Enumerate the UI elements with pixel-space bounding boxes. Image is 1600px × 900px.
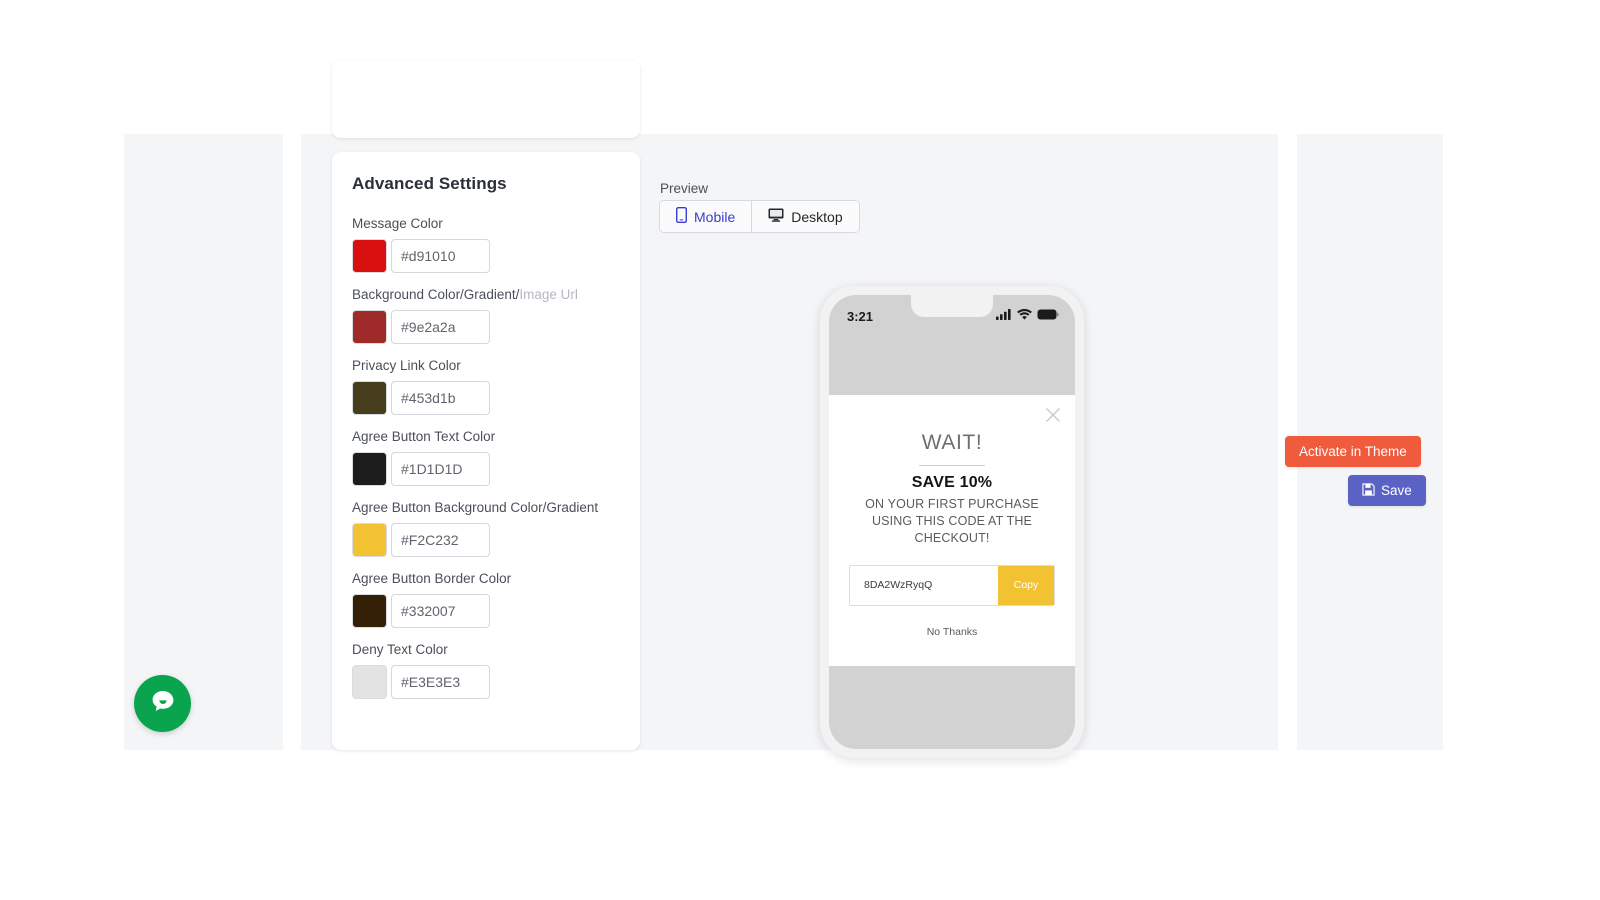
wifi-icon [1017, 307, 1032, 325]
hex-color-input[interactable] [391, 239, 490, 273]
color-field-row [352, 665, 620, 699]
advanced-settings-card: Advanced Settings Message Color Backgroun… [332, 152, 640, 750]
color-swatch[interactable] [352, 665, 387, 699]
color-field-label: Agree Button Border Color [352, 571, 512, 586]
save-button-label: Save [1381, 483, 1412, 498]
left-rail-panel [124, 134, 283, 750]
save-button[interactable]: Save [1348, 475, 1426, 506]
preview-device-toggle-group[interactable]: Mobile Desktop [659, 200, 860, 233]
preview-label: Preview [660, 181, 709, 196]
tab-mobile-label: Mobile [694, 208, 736, 225]
color-swatch[interactable] [352, 452, 387, 486]
mobile-phone-icon [675, 206, 688, 226]
color-field: Agree Button Background Color/Gradient [352, 500, 620, 557]
color-swatch[interactable] [352, 310, 387, 344]
color-field-label: Deny Text Color [352, 642, 448, 657]
chat-bubble-icon [149, 687, 177, 720]
tab-mobile[interactable]: Mobile [660, 201, 752, 232]
hex-color-input[interactable] [391, 452, 490, 486]
discount-popup-modal: WAIT! SAVE 10% ON YOUR FIRST PURCHASE US… [829, 395, 1075, 666]
status-time: 3:21 [847, 308, 874, 324]
modal-discount-line: SAVE 10% [911, 474, 993, 491]
activate-in-theme-button[interactable]: Activate in Theme [1285, 436, 1421, 467]
color-field-row [352, 310, 620, 344]
previous-settings-card [332, 60, 640, 138]
color-field-label: Agree Button Text Color [352, 429, 496, 444]
discount-code-row[interactable]: 8DA2WzRyqQ Copy [849, 564, 1055, 606]
color-field-row [352, 594, 620, 628]
color-swatch[interactable] [352, 594, 387, 628]
app-root: Advanced Settings Message Color Backgroun… [0, 0, 1600, 900]
modal-subtext: ON YOUR FIRST PURCHASE USING THIS CODE A… [865, 497, 1039, 545]
hex-color-input[interactable] [391, 310, 490, 344]
cellular-signal-icon [996, 307, 1012, 325]
color-field: Agree Button Text Color [352, 429, 620, 486]
color-field: Privacy Link Color [352, 358, 620, 415]
color-field-row [352, 523, 620, 557]
tab-desktop-label: Desktop [791, 208, 843, 225]
floppy-disk-save-icon [1362, 482, 1375, 499]
color-field-row [352, 452, 620, 486]
color-field-label-muted: Image Url [519, 287, 578, 302]
color-field-label: Agree Button Background Color/Gradient [352, 500, 599, 515]
color-field-label: Privacy Link Color [352, 358, 461, 373]
page-title: Advanced Settings [352, 174, 507, 193]
hex-color-input[interactable] [391, 523, 490, 557]
settings-fields-list: Message Color Background Color/Gradient/I… [352, 216, 620, 699]
close-x-icon[interactable] [1045, 407, 1061, 423]
color-swatch[interactable] [352, 523, 387, 557]
color-swatch[interactable] [352, 239, 387, 273]
tab-desktop[interactable]: Desktop [751, 201, 859, 232]
deny-link[interactable]: No Thanks [849, 626, 1055, 638]
hex-color-input[interactable] [391, 381, 490, 415]
color-field: Agree Button Border Color [352, 571, 620, 628]
color-field: Background Color/Gradient/Image Url [352, 287, 620, 344]
color-field: Deny Text Color [352, 642, 620, 699]
battery-icon [1037, 307, 1059, 325]
phone-screen: 3:21 WAIT! SAVE 10% ON YOUR FIRST PURCHA… [829, 295, 1075, 749]
modal-divider [919, 465, 985, 466]
color-field: Message Color [352, 216, 620, 273]
hex-color-input[interactable] [391, 594, 490, 628]
color-field-label: Background Color/Gradient/Image Url [352, 287, 578, 302]
color-swatch[interactable] [352, 381, 387, 415]
hex-color-input[interactable] [391, 665, 490, 699]
discount-code-value[interactable]: 8DA2WzRyqQ [850, 565, 998, 605]
color-field-row [352, 381, 620, 415]
status-icon-group [996, 307, 1059, 325]
chat-widget-button[interactable] [134, 675, 191, 732]
modal-heading: WAIT! [921, 431, 983, 454]
copy-code-button[interactable]: Copy [998, 565, 1054, 605]
desktop-monitor-icon [768, 208, 784, 225]
mobile-preview-frame: 3:21 WAIT! SAVE 10% ON YOUR FIRST PURCHA… [820, 286, 1084, 758]
color-field-row [352, 239, 620, 273]
color-field-label: Message Color [352, 216, 443, 231]
phone-status-bar: 3:21 [829, 295, 1075, 333]
